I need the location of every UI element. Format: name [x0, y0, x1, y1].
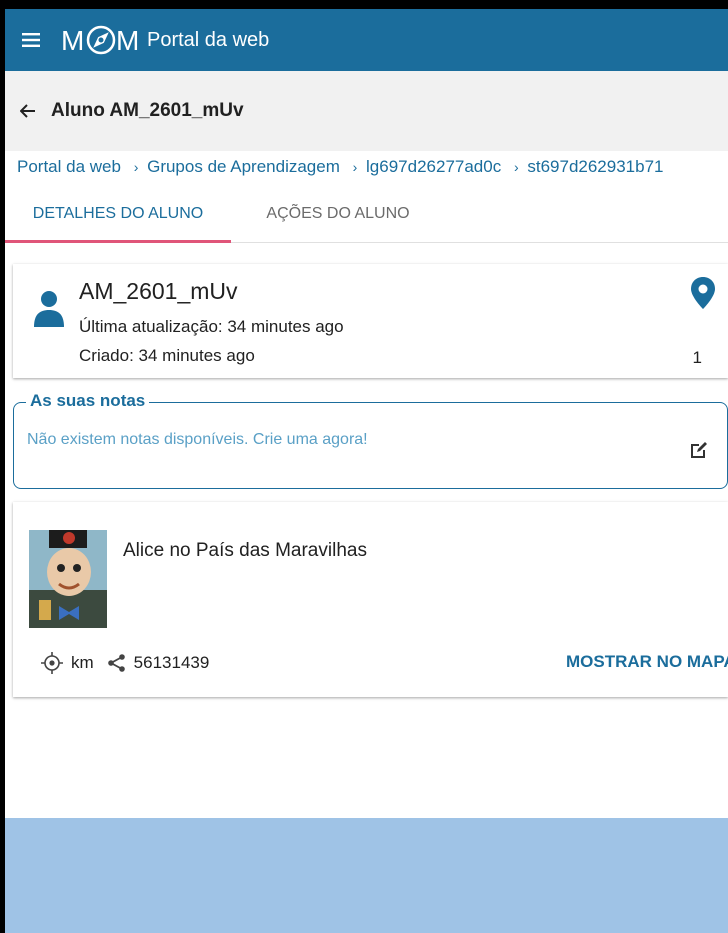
bottom-panel	[5, 818, 728, 933]
book-card[interactable]: Alice no País das Maravilhas km 56131439…	[13, 502, 728, 697]
logo[interactable]: M M Portal da web	[61, 23, 269, 57]
compass-logo-icon: M M	[61, 25, 139, 56]
map-pin-icon[interactable]	[690, 276, 716, 315]
book-footer: km 56131439	[41, 652, 223, 674]
breadcrumb-item-groups[interactable]: Grupos de Aprendizagem	[147, 157, 340, 176]
arrow-left-icon[interactable]	[5, 104, 51, 118]
breadcrumb-item-student-id[interactable]: st697d262931b71	[527, 157, 663, 176]
show-on-map-button[interactable]: MOSTRAR NO MAPA	[566, 652, 728, 672]
chevron-right-icon: ›	[133, 159, 139, 175]
created-time: Criado: 34 minutes ago	[79, 346, 255, 365]
svg-text:M: M	[61, 25, 84, 56]
app-bar: M M Portal da web	[5, 9, 728, 71]
pin-count: 1	[692, 348, 702, 367]
notes-empty-message: Não existem notas disponíveis. Crie uma …	[27, 431, 368, 448]
tab-student-details[interactable]: DETALHES DO ALUNO	[5, 195, 231, 243]
share-icon[interactable]	[107, 654, 126, 672]
student-name: AM_2601_mUv	[79, 278, 238, 304]
book-cover-image	[29, 530, 107, 628]
breadcrumb-item-portal[interactable]: Portal da web	[17, 157, 121, 176]
notes-box: As suas notas Não existem notas disponív…	[13, 391, 728, 489]
chevron-right-icon: ›	[352, 159, 358, 175]
share-id: 56131439	[133, 653, 210, 672]
svg-text:M: M	[116, 25, 139, 56]
tab-bar: DETALHES DO ALUNO AÇÕES DO ALUNO	[5, 195, 728, 243]
title-bar: Aluno AM_2601_mUv	[5, 71, 728, 151]
chevron-right-icon: ›	[513, 159, 519, 175]
student-card: AM_2601_mUv Última atualização: 34 minut…	[13, 264, 728, 378]
breadcrumb-item-group-id[interactable]: lg697d26277ad0c	[366, 157, 501, 176]
last-updated: Última atualização: 34 minutes ago	[79, 317, 344, 336]
distance-unit: km	[71, 653, 94, 672]
app-frame: M M Portal da web Aluno AM_2601_mUv Port…	[5, 9, 728, 933]
book-title: Alice no País das Maravilhas	[123, 540, 367, 561]
tab-student-actions[interactable]: AÇÕES DO ALUNO	[231, 195, 445, 243]
page-title: Aluno AM_2601_mUv	[51, 100, 244, 121]
person-icon	[33, 289, 65, 334]
edit-icon[interactable]	[689, 440, 709, 465]
menu-icon[interactable]	[5, 33, 57, 47]
breadcrumb: Portal da web › Grupos de Aprendizagem ›…	[5, 157, 728, 183]
gps-target-icon	[41, 652, 63, 674]
notes-legend: As suas notas	[26, 391, 150, 411]
logo-text: Portal da web	[147, 28, 270, 51]
